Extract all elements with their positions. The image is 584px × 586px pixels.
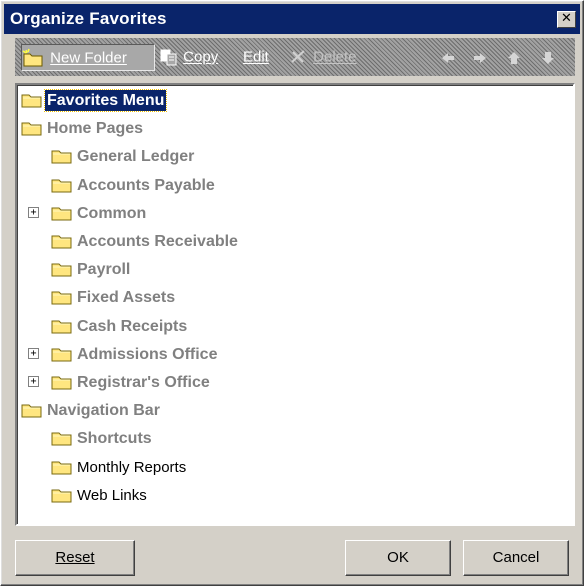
folder-icon [21, 401, 43, 424]
tree-item-label: Payroll [77, 261, 131, 279]
tree-item-label: Web Links [77, 486, 147, 504]
reset-label: Reset [55, 549, 95, 566]
tree-item-label: Admissions Office [77, 345, 218, 363]
reset-button[interactable]: Reset [15, 540, 135, 576]
new-folder-icon [22, 48, 43, 67]
expand-toggle-icon[interactable]: + [28, 376, 39, 387]
copy-icon [160, 49, 177, 66]
tree-item[interactable]: Web Links [17, 484, 557, 508]
tree-item[interactable]: Accounts Payable [17, 174, 557, 198]
copy-button[interactable]: Copy [159, 44, 218, 69]
tree-item[interactable]: + Admissions Office [17, 343, 557, 367]
tree-item-label: Home Pages [47, 120, 144, 138]
window-title: Organize Favorites [10, 9, 167, 28]
tree-item-label: Navigation Bar [47, 402, 160, 420]
edit-label: Edit [243, 48, 269, 66]
cancel-button[interactable]: Cancel [463, 540, 569, 576]
tree-item-label: Favorites Menu [43, 89, 168, 112]
tree-item[interactable]: Accounts Receivable [17, 230, 557, 254]
tree-item-label: Fixed Assets [77, 289, 176, 307]
tree-item-label: Common [77, 204, 147, 222]
tree-item[interactable]: Shortcuts [17, 427, 557, 451]
folder-icon [51, 317, 73, 340]
folder-icon [51, 345, 73, 368]
folder-icon [51, 458, 73, 481]
new-folder-label: New Folder [50, 49, 127, 67]
arrow-right-icon[interactable] [471, 50, 489, 66]
tree-item[interactable]: Favorites Menu [17, 89, 557, 113]
arrow-left-icon[interactable] [439, 50, 457, 66]
tree-item-label: Accounts Payable [77, 176, 215, 194]
tree-item-label: Accounts Receivable [77, 233, 238, 250]
favorites-tree[interactable]: Favorites Menu Home Pages General Ledger Ac… [15, 83, 575, 526]
folder-icon [51, 429, 73, 452]
tree-item[interactable]: + Common [17, 202, 557, 226]
ok-label: OK [387, 549, 409, 566]
tree-item-label: Shortcuts [77, 430, 152, 448]
folder-icon [51, 373, 73, 396]
folder-icon [51, 204, 73, 227]
delete-button[interactable]: Delete [289, 44, 357, 69]
expand-toggle-icon[interactable]: + [28, 347, 39, 359]
folder-icon [51, 147, 73, 170]
organize-favorites-dialog: Organize Favorites ✕ New Folder Copy Edi… [0, 0, 584, 586]
tree-item-label: General Ledger [77, 148, 195, 166]
ok-button[interactable]: OK [345, 540, 451, 576]
tree-item[interactable]: Fixed Assets [17, 286, 557, 310]
folder-icon [21, 119, 43, 142]
close-icon: ✕ [561, 11, 572, 26]
folder-icon [51, 260, 73, 283]
title-bar[interactable]: Organize Favorites ✕ [4, 4, 580, 34]
arrow-down-icon[interactable] [539, 50, 557, 66]
toolbar: New Folder Copy Edit Delete [15, 38, 575, 76]
tree-item[interactable]: Monthly Reports [17, 456, 557, 480]
tree-item-label: Cash Receipts [77, 317, 188, 335]
tree-item[interactable]: + Registrar's Office [17, 371, 557, 395]
copy-label: Copy [183, 48, 219, 66]
delete-label: Delete [313, 48, 357, 66]
arrow-up-icon[interactable] [505, 50, 523, 66]
folder-icon [51, 486, 73, 509]
folder-icon [51, 288, 73, 311]
tree-item[interactable]: General Ledger [17, 145, 557, 169]
tree-item[interactable]: Navigation Bar [17, 399, 557, 423]
expand-toggle-icon[interactable]: + [28, 206, 39, 218]
close-button[interactable]: ✕ [557, 11, 576, 28]
tree-item-label: Registrar's Office [77, 374, 210, 391]
tree-item[interactable]: Home Pages [17, 117, 557, 141]
new-folder-button[interactable]: New Folder [21, 44, 155, 71]
tree-item[interactable]: Payroll [17, 258, 557, 282]
delete-icon [291, 50, 305, 63]
tree-item-label: Monthly Reports [77, 458, 187, 476]
folder-icon [21, 91, 43, 114]
edit-button[interactable]: Edit [243, 44, 269, 69]
tree-item[interactable]: Cash Receipts [17, 315, 557, 339]
folder-icon [51, 176, 73, 199]
cancel-label: Cancel [492, 549, 540, 566]
folder-icon [51, 232, 73, 255]
